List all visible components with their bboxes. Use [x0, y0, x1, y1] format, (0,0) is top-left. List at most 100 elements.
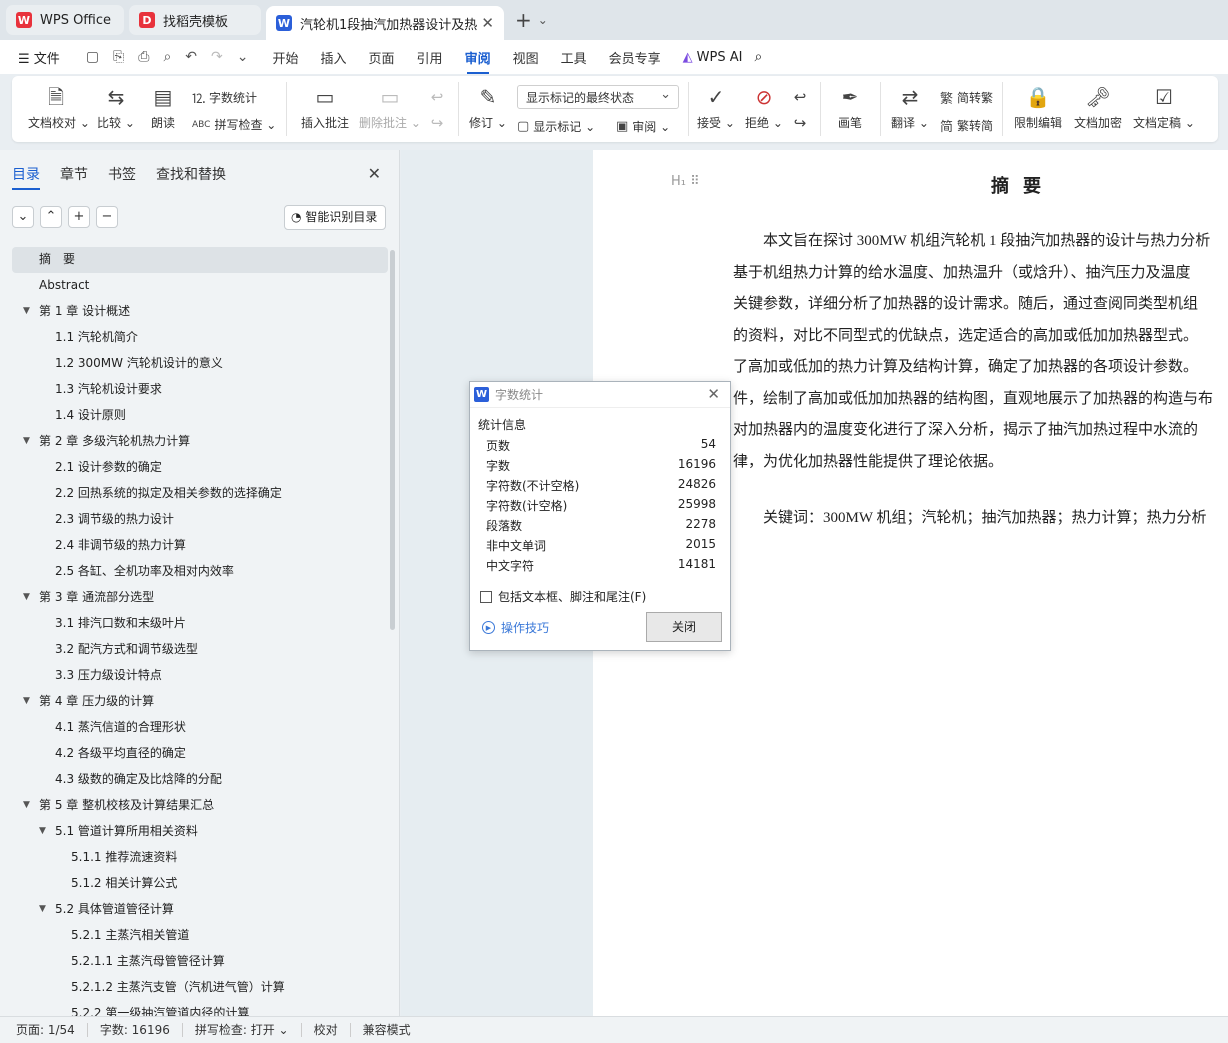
- toc-item[interactable]: 5.1.2 相关计算公式: [12, 871, 388, 897]
- toc-item[interactable]: 4.2 各级平均直径的确定: [12, 741, 388, 767]
- delete-comment-button[interactable]: ▭ 删除批注 ⌄: [358, 84, 422, 131]
- toc-item[interactable]: 2.4 非调节级的热力计算: [12, 533, 388, 559]
- menu-item-page[interactable]: 页面: [369, 48, 395, 67]
- reject-button[interactable]: ⊘ 拒绝 ⌄: [744, 84, 784, 131]
- heading-handle-icon[interactable]: H₁ ⠿: [671, 174, 700, 189]
- tab-templates[interactable]: D 找稻壳模板: [129, 5, 261, 35]
- toc-item[interactable]: 1.3 汽轮机设计要求: [12, 377, 388, 403]
- toc-item[interactable]: ▼ 第 1 章 设计概述: [12, 299, 388, 325]
- expand-arrow-icon[interactable]: ▼: [23, 299, 30, 323]
- close-tab-icon[interactable]: ✕: [481, 14, 494, 32]
- expand-arrow-icon[interactable]: ▼: [23, 585, 30, 609]
- expand-arrow-icon[interactable]: ▼: [39, 897, 46, 921]
- toc-item[interactable]: 3.3 压力级设计特点: [12, 663, 388, 689]
- toc-item[interactable]: ▼ 第 2 章 多级汽轮机热力计算: [12, 429, 388, 455]
- search-icon[interactable]: ⌕: [754, 49, 762, 65]
- toc-item[interactable]: 2.1 设计参数的确定: [12, 455, 388, 481]
- menu-item-tools[interactable]: 工具: [561, 48, 587, 67]
- accept-button[interactable]: ✓ 接受 ⌄: [696, 84, 736, 131]
- new-tab-icon[interactable]: +: [515, 8, 532, 32]
- toc-item[interactable]: 5.2.2 第一级抽汽管道内径的计算: [12, 1001, 388, 1016]
- insert-comment-button[interactable]: ▭ 插入批注: [298, 84, 352, 131]
- review-pane-button[interactable]: ▣ 审阅 ⌄: [616, 118, 670, 135]
- prev-change-button[interactable]: ↩ ↪: [790, 84, 810, 136]
- tips-link[interactable]: ▶ 操作技巧: [482, 619, 549, 636]
- expand-up-icon[interactable]: ⌃: [40, 206, 62, 228]
- checkbox-box[interactable]: [480, 590, 492, 603]
- toc-item[interactable]: 4.3 级数的确定及比焓降的分配: [12, 767, 388, 793]
- pen-button[interactable]: ✒ 画笔: [832, 84, 868, 131]
- toc-item[interactable]: 1.2 300MW 汽轮机设计的意义: [12, 351, 388, 377]
- print-icon[interactable]: ⎙: [138, 49, 149, 65]
- toc-item[interactable]: 4.1 蒸汽信道的合理形状: [12, 715, 388, 741]
- finalize-button[interactable]: ☑ 文档定稿 ⌄: [1132, 84, 1196, 131]
- doc-check-button[interactable]: 🗎 文档校对 ⌄: [28, 84, 90, 131]
- toc-item[interactable]: 2.5 各缸、全机功率及相对内效率: [12, 559, 388, 585]
- expand-arrow-icon[interactable]: ▼: [23, 793, 30, 817]
- toc-item[interactable]: 2.2 回热系统的拟定及相关参数的选择确定: [12, 481, 388, 507]
- toc-item[interactable]: 3.2 配汽方式和调节级选型: [12, 637, 388, 663]
- revise-button[interactable]: ✎ 修订 ⌄: [468, 84, 508, 131]
- save-icon[interactable]: ▢: [86, 49, 99, 65]
- toc-scrollbar[interactable]: [390, 250, 395, 630]
- toc-item[interactable]: ▼ 第 5 章 整机校核及计算结果汇总: [12, 793, 388, 819]
- to-traditional-button[interactable]: 繁简转繁: [940, 88, 993, 107]
- toc-item[interactable]: ▼ 5.2 具体管道管径计算: [12, 897, 388, 923]
- undo-icon[interactable]: ↶: [185, 49, 197, 65]
- menu-item-insert[interactable]: 插入: [321, 48, 347, 67]
- wps-ai-button[interactable]: WPS AI: [697, 50, 743, 65]
- add-heading-icon[interactable]: +: [68, 206, 90, 228]
- toc-item[interactable]: ▼ 5.1 管道计算所用相关资料: [12, 819, 388, 845]
- close-icon[interactable]: ✕: [707, 385, 720, 403]
- toc-item[interactable]: 5.2.1.2 主蒸汽支管（汽机进气管）计算: [12, 975, 388, 1001]
- toc-item[interactable]: 1.4 设计原则: [12, 403, 388, 429]
- spell-check-indicator[interactable]: 拼写检查: 打开 ⌄: [183, 1023, 302, 1037]
- close-button[interactable]: 关闭: [646, 612, 722, 642]
- menu-item-review[interactable]: 审阅: [465, 48, 491, 74]
- prev-comment-button[interactable]: ↩ ↪: [426, 84, 448, 136]
- word-count-indicator[interactable]: 字数: 16196: [88, 1023, 183, 1037]
- file-menu[interactable]: ☰ 文件: [18, 48, 60, 67]
- toc-item[interactable]: 2.3 调节级的热力设计: [12, 507, 388, 533]
- menu-item-member[interactable]: 会员专享: [609, 48, 661, 67]
- smart-toc-button[interactable]: ◔ 智能识别目录: [284, 205, 386, 230]
- compare-button[interactable]: ⇆ 比较 ⌄: [96, 84, 136, 131]
- redo-icon[interactable]: ↷: [211, 49, 223, 65]
- word-count-button[interactable]: ⒓ 字数统计: [192, 88, 257, 107]
- show-markup-button[interactable]: ▢ 显示标记 ⌄: [517, 118, 595, 135]
- read-aloud-button[interactable]: ▤ 朗读: [146, 84, 180, 131]
- tab-find-replace[interactable]: 查找和替换: [156, 164, 226, 184]
- tab-bookmarks[interactable]: 书签: [108, 164, 136, 184]
- toc-item[interactable]: 5.2.1.1 主蒸汽母管管径计算: [12, 949, 388, 975]
- restrict-edit-button[interactable]: 🔒 限制编辑: [1012, 84, 1064, 131]
- toc-item[interactable]: 3.1 排汽口数和末级叶片: [12, 611, 388, 637]
- export-icon[interactable]: ⎘: [113, 49, 124, 65]
- toc-item[interactable]: Abstract: [12, 273, 388, 299]
- markup-state-select[interactable]: 显示标记的最终状态: [517, 85, 679, 109]
- expand-arrow-icon[interactable]: ▼: [39, 819, 46, 843]
- remove-heading-icon[interactable]: −: [96, 206, 118, 228]
- to-simplified-button[interactable]: 简繁转简: [940, 116, 993, 135]
- tab-toc[interactable]: 目录: [12, 164, 40, 190]
- toc-item[interactable]: 1.1 汽轮机简介: [12, 325, 388, 351]
- encrypt-button[interactable]: 🗝 文档加密: [1072, 84, 1124, 131]
- expand-arrow-icon[interactable]: ▼: [23, 429, 30, 453]
- translate-button[interactable]: ⇄ 翻译 ⌄: [890, 84, 930, 131]
- menu-item-start[interactable]: 开始: [273, 48, 299, 67]
- spell-check-button[interactable]: ABC 拼写检查 ⌄: [192, 116, 276, 133]
- print-preview-icon[interactable]: ⌕: [163, 49, 171, 65]
- toc-item[interactable]: ▼ 第 3 章 通流部分选型: [12, 585, 388, 611]
- expand-arrow-icon[interactable]: ▼: [23, 689, 30, 713]
- menu-item-reference[interactable]: 引用: [417, 48, 443, 67]
- include-textbox-checkbox[interactable]: 包括文本框、脚注和尾注(F): [480, 588, 646, 605]
- proof-indicator[interactable]: 校对: [302, 1023, 351, 1037]
- collapse-icon[interactable]: ⌄: [12, 206, 34, 228]
- toc-item[interactable]: 5.1.1 推荐流速资料: [12, 845, 388, 871]
- page-indicator[interactable]: 页面: 1/54: [0, 1023, 88, 1037]
- close-pane-icon[interactable]: ✕: [368, 164, 381, 183]
- toc-item[interactable]: ▼ 第 4 章 压力级的计算: [12, 689, 388, 715]
- toc-item[interactable]: 5.2.1 主蒸汽相关管道: [12, 923, 388, 949]
- menu-item-view[interactable]: 视图: [513, 48, 539, 67]
- tab-wps-office[interactable]: W WPS Office: [6, 5, 124, 35]
- chevron-down-icon[interactable]: ⌄: [538, 13, 548, 27]
